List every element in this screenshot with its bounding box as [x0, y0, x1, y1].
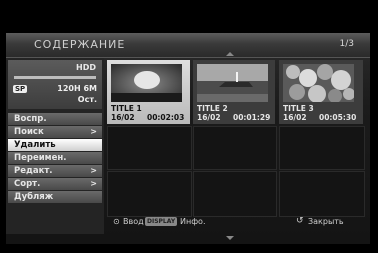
enter-label: Ввод — [123, 217, 144, 226]
menu-item-search[interactable]: Поиск > — [8, 126, 102, 138]
title-meta: 16/02 00:01:29 — [197, 113, 270, 122]
page-counter: 1/3 — [339, 39, 354, 49]
title-thumbnail — [283, 64, 354, 102]
title-grid: TITLE 1 16/02 00:02:03 TITLE 2 16/02 00:01… — [107, 58, 367, 230]
record-mode-badge: SP — [13, 85, 28, 93]
empty-slot — [193, 126, 277, 170]
left-panel: HDD SP 120H 6M Ост. Воспр. Поиск > Удалит… — [6, 58, 104, 234]
empty-slot — [107, 171, 192, 217]
title-meta: 16/02 00:05:30 — [283, 113, 356, 122]
title-name: TITLE 1 — [111, 104, 142, 113]
menu-item-dubbing[interactable]: Дубляж — [8, 191, 102, 203]
menu-item-label: Удалить — [14, 140, 56, 150]
empty-slot — [193, 171, 277, 217]
empty-slot — [107, 126, 192, 170]
menu-item-edit[interactable]: Редакт. > — [8, 165, 102, 177]
menu-item-sort[interactable]: Сорт. > — [8, 178, 102, 190]
title-duration: 00:05:30 — [319, 113, 357, 122]
menu-item-label: Дубляж — [14, 192, 54, 202]
disc-info: HDD SP 120H 6M Ост. — [8, 60, 102, 109]
title-name: TITLE 2 — [197, 104, 228, 113]
media-label: HDD — [76, 63, 96, 72]
options-menu: Воспр. Поиск > Удалить Переимен. Редакт. >… — [8, 113, 102, 204]
scroll-up-icon[interactable] — [226, 52, 234, 56]
capacity-bar — [14, 76, 96, 79]
chevron-right-icon: > — [90, 127, 97, 136]
empty-slot — [279, 126, 365, 170]
title-card[interactable]: TITLE 1 16/02 00:02:03 — [107, 60, 190, 124]
return-icon: ↺ — [296, 216, 304, 226]
title-thumbnail — [197, 64, 268, 102]
info-label: Инфо. — [180, 217, 206, 226]
header-bar: СОДЕРЖАНИЕ 1/3 — [6, 33, 370, 58]
scroll-down-icon[interactable] — [226, 236, 234, 240]
chevron-right-icon: > — [90, 166, 97, 175]
title-date: 16/02 — [283, 113, 307, 122]
title-duration: 00:01:29 — [233, 113, 271, 122]
title-date: 16/02 — [197, 113, 221, 122]
title-card[interactable]: TITLE 2 16/02 00:01:29 — [193, 60, 275, 124]
title-meta: 16/02 00:02:03 — [111, 113, 184, 122]
title-date: 16/02 — [111, 113, 135, 122]
empty-slot — [279, 171, 365, 217]
menu-item-label: Сорт. — [14, 179, 41, 189]
enter-icon: ⊙ — [113, 217, 120, 226]
close-label: Закрыть — [308, 217, 344, 226]
content-screen: СОДЕРЖАНИЕ 1/3 HDD SP 120H 6M Ост. Воспр… — [6, 33, 370, 244]
menu-item-delete[interactable]: Удалить — [8, 139, 102, 151]
footer-bar: ⊙ Ввод DISPLAY Инфо. ↺ Закрыть — [0, 216, 378, 230]
menu-item-label: Поиск — [14, 127, 44, 137]
menu-item-label: Воспр. — [14, 114, 47, 124]
title-card[interactable]: TITLE 3 16/02 00:05:30 — [279, 60, 363, 124]
menu-item-label: Редакт. — [14, 166, 53, 176]
title-duration: 00:02:03 — [147, 113, 185, 122]
remaining-label: Ост. — [77, 95, 97, 104]
menu-item-play[interactable]: Воспр. — [8, 113, 102, 125]
chevron-right-icon: > — [90, 179, 97, 188]
title-thumbnail — [111, 64, 182, 102]
menu-item-rename[interactable]: Переимен. — [8, 152, 102, 164]
page-title: СОДЕРЖАНИЕ — [34, 38, 126, 51]
remaining-time: 120H 6M — [57, 84, 97, 93]
title-name: TITLE 3 — [283, 104, 314, 113]
display-badge: DISPLAY — [145, 217, 178, 226]
menu-item-label: Переимен. — [14, 153, 67, 163]
